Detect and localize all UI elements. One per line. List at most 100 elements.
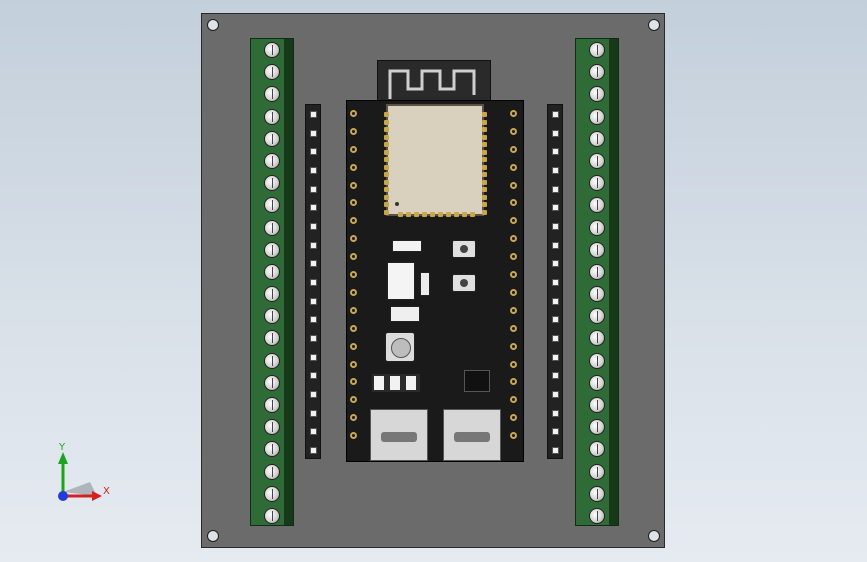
terminal-screw[interactable] <box>589 220 605 236</box>
terminal-screw[interactable] <box>264 375 280 391</box>
devkit-pin <box>350 289 357 296</box>
devkit-pin <box>350 146 357 153</box>
terminal-screw[interactable] <box>264 42 280 58</box>
terminal-screw[interactable] <box>264 153 280 169</box>
module-pad <box>482 165 487 170</box>
terminal-screw[interactable] <box>264 464 280 480</box>
module-pad <box>406 212 411 217</box>
terminal-screw[interactable] <box>589 419 605 435</box>
module-pad <box>398 212 403 217</box>
wifi-module-shield[interactable] <box>384 104 487 217</box>
cad-viewport[interactable]: Y X <box>0 0 867 562</box>
devkit-pin <box>350 307 357 314</box>
mounting-hole-bottom-right <box>648 530 660 542</box>
terminal-screw[interactable] <box>589 197 605 213</box>
terminal-screw[interactable] <box>589 242 605 258</box>
devkit-pin <box>510 396 517 403</box>
terminal-screw[interactable] <box>589 308 605 324</box>
module-pad <box>482 210 487 215</box>
reset-button[interactable] <box>452 274 476 292</box>
terminal-screw[interactable] <box>589 353 605 369</box>
terminal-screw[interactable] <box>264 330 280 346</box>
usb-c-port-left[interactable] <box>370 409 428 461</box>
terminal-block-right[interactable] <box>575 38 619 526</box>
devkit-pin <box>350 128 357 135</box>
terminal-screw[interactable] <box>264 264 280 280</box>
devkit-pin <box>510 182 517 189</box>
mounting-hole-bottom-left <box>207 530 219 542</box>
terminal-screw[interactable] <box>264 86 280 102</box>
terminal-screw[interactable] <box>589 153 605 169</box>
terminal-screw[interactable] <box>264 397 280 413</box>
terminal-screw[interactable] <box>264 441 280 457</box>
module-pad <box>482 187 487 192</box>
terminal-screw[interactable] <box>264 197 280 213</box>
terminal-screw[interactable] <box>264 308 280 324</box>
header-pin <box>552 148 559 155</box>
terminal-screw[interactable] <box>264 109 280 125</box>
terminal-screw[interactable] <box>589 486 605 502</box>
terminal-screw[interactable] <box>589 175 605 191</box>
terminal-screw[interactable] <box>589 464 605 480</box>
carrier-board[interactable] <box>201 13 665 548</box>
header-pin <box>552 242 559 249</box>
terminal-screw[interactable] <box>264 242 280 258</box>
terminal-screw[interactable] <box>264 175 280 191</box>
boot-button[interactable] <box>452 240 476 258</box>
devkit-pin <box>510 289 517 296</box>
terminal-screw[interactable] <box>264 286 280 302</box>
terminal-screw[interactable] <box>589 397 605 413</box>
pin-header-right[interactable] <box>547 104 563 459</box>
module-pad <box>482 142 487 147</box>
terminal-screw[interactable] <box>589 42 605 58</box>
header-pin <box>552 391 559 398</box>
terminal-screw[interactable] <box>589 375 605 391</box>
terminal-block-edge <box>609 39 618 525</box>
terminal-screw[interactable] <box>589 330 605 346</box>
module-pad <box>414 212 419 217</box>
module-pad <box>384 180 389 185</box>
header-pin <box>552 167 559 174</box>
header-pin <box>310 204 317 211</box>
terminal-screw[interactable] <box>589 286 605 302</box>
terminal-screw[interactable] <box>589 131 605 147</box>
terminal-screw[interactable] <box>264 419 280 435</box>
header-pin <box>310 447 317 454</box>
terminal-screw[interactable] <box>589 441 605 457</box>
devkit-pin <box>350 253 357 260</box>
terminal-screw[interactable] <box>264 131 280 147</box>
pin-header-left[interactable] <box>305 104 321 459</box>
module-pad <box>384 210 389 215</box>
devkit-pin <box>510 432 517 439</box>
module-pad <box>482 120 487 125</box>
terminal-block-left[interactable] <box>250 38 294 526</box>
terminal-screw[interactable] <box>264 64 280 80</box>
header-pin <box>552 204 559 211</box>
terminal-screw[interactable] <box>589 86 605 102</box>
module-pad <box>384 195 389 200</box>
terminal-screw[interactable] <box>589 264 605 280</box>
header-pin <box>310 279 317 286</box>
terminal-screw[interactable] <box>264 220 280 236</box>
header-pin <box>552 335 559 342</box>
usb-c-port-right[interactable] <box>443 409 501 461</box>
module-pad <box>482 180 487 185</box>
header-pin <box>552 279 559 286</box>
terminal-screw[interactable] <box>264 508 280 524</box>
terminal-screw[interactable] <box>589 64 605 80</box>
devkit-pin <box>350 378 357 385</box>
module-pad <box>438 212 443 217</box>
header-pin <box>310 242 317 249</box>
devkit-pin <box>510 361 517 368</box>
pcb-antenna <box>377 60 491 104</box>
terminal-screw[interactable] <box>589 109 605 125</box>
x-axis-label: X <box>103 486 110 497</box>
terminal-screw[interactable] <box>264 486 280 502</box>
header-pin <box>552 428 559 435</box>
module-pad <box>454 212 459 217</box>
devkit-pin <box>510 307 517 314</box>
terminal-screw[interactable] <box>264 353 280 369</box>
header-pin <box>310 260 317 267</box>
header-pin <box>310 428 317 435</box>
terminal-screw[interactable] <box>589 508 605 524</box>
